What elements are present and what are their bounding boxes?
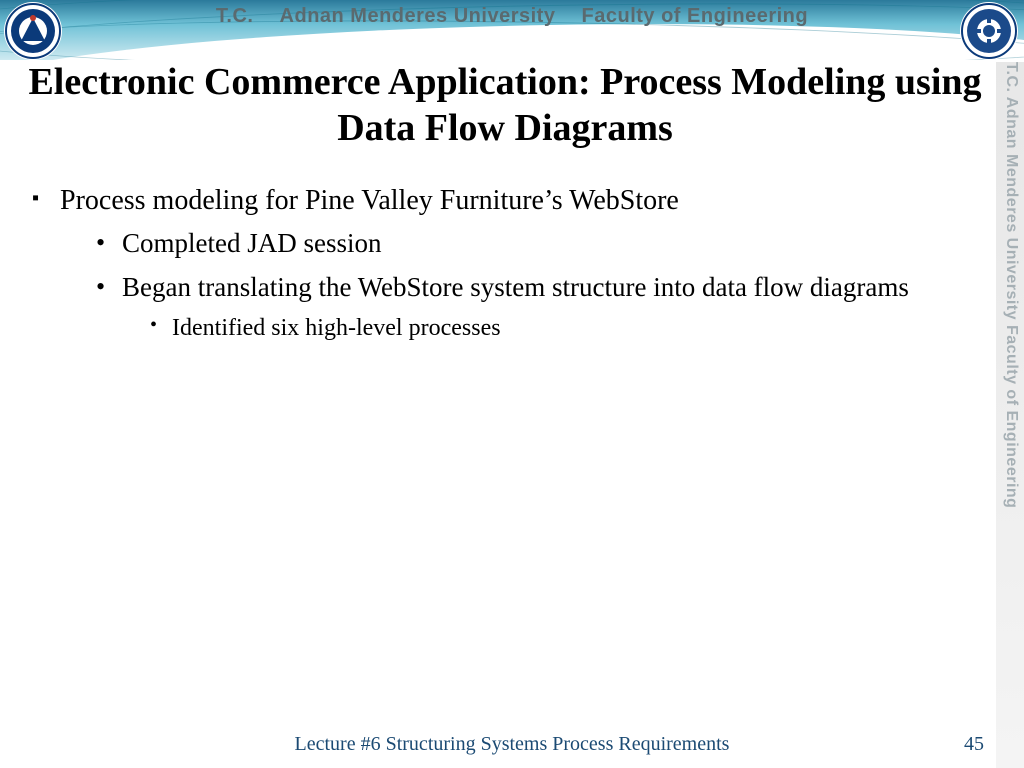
banner-tc: T.C. xyxy=(216,5,254,27)
university-logo-icon xyxy=(4,2,62,60)
side-watermark-text: T.C. Adnan Menderes University Faculty o… xyxy=(1002,62,1020,508)
banner-text: T.C. Adnan Menderes University Faculty o… xyxy=(0,5,1024,28)
banner-university: Adnan Menderes University xyxy=(280,5,556,27)
bullet-text: Identified six high-level processes xyxy=(172,315,501,341)
bullet-level2: Completed JAD session xyxy=(96,227,972,261)
bullet-text: Process modeling for Pine Valley Furnitu… xyxy=(60,185,679,216)
bullet-text: Completed JAD session xyxy=(122,228,382,258)
bullet-level3: Identified six high-level processes xyxy=(150,313,972,343)
faculty-logo-icon xyxy=(960,2,1018,60)
footer-lecture-title: Lecture #6 Structuring Systems Process R… xyxy=(0,733,1024,756)
slide-title: Electronic Commerce Application: Process… xyxy=(20,60,990,151)
slide: T.C. Adnan Menderes University Faculty o… xyxy=(0,0,1024,768)
side-watermark-strip: T.C. Adnan Menderes University Faculty o… xyxy=(996,62,1024,768)
slide-body: Process modeling for Pine Valley Furnitu… xyxy=(32,185,972,353)
bullet-level2: Began translating the WebStore system st… xyxy=(96,271,972,343)
footer-page-number: 45 xyxy=(964,733,984,756)
bullet-text: Began translating the WebStore system st… xyxy=(122,272,909,302)
banner-faculty: Faculty of Engineering xyxy=(582,5,809,27)
top-banner: T.C. Adnan Menderes University Faculty o… xyxy=(0,0,1024,60)
bullet-level1: Process modeling for Pine Valley Furnitu… xyxy=(32,185,972,343)
